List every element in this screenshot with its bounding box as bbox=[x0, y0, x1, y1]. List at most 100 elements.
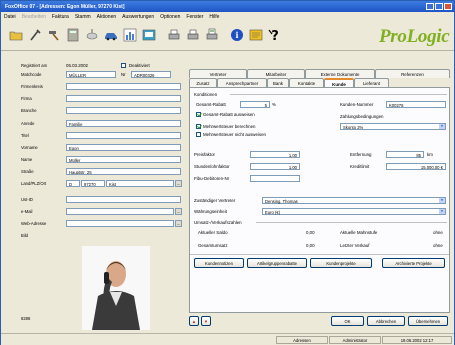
email-send-button[interactable]: … bbox=[175, 208, 182, 215]
ort-field[interactable]: Kist bbox=[106, 180, 174, 187]
kundennummer-label: Kunden-Nummer bbox=[340, 102, 374, 107]
nr-field[interactable]: ADR00326 bbox=[131, 71, 171, 78]
tab-referenzen[interactable]: Referenzen bbox=[375, 69, 450, 78]
kundennotizen-button[interactable]: Kundennotizen bbox=[194, 258, 244, 268]
entfernung-unit: km bbox=[427, 152, 433, 157]
menu-hilfe[interactable]: Hilfe bbox=[209, 14, 219, 21]
nr-label: Nr bbox=[121, 72, 126, 77]
car-icon[interactable] bbox=[104, 28, 118, 42]
chart-icon[interactable] bbox=[123, 28, 137, 42]
abbrechen-button[interactable]: Abbrechen bbox=[367, 316, 405, 326]
firma-field[interactable] bbox=[66, 95, 181, 102]
menu-aktionen[interactable]: Aktionen bbox=[97, 14, 116, 21]
mwst-berechnen-checkbox[interactable] bbox=[196, 124, 201, 129]
strasse-label: Straße bbox=[21, 169, 34, 174]
web-field[interactable] bbox=[66, 220, 174, 227]
tab-externe-dokumente[interactable]: Externe Dokumente bbox=[305, 69, 375, 78]
address-panel: Registriert am 05.03.2002 Deaktiviert Ma… bbox=[5, 57, 183, 331]
name-label: Name bbox=[21, 157, 33, 162]
menu-auswertungen[interactable]: Auswertungen bbox=[122, 14, 154, 21]
tab-lieferant[interactable]: Lieferant bbox=[354, 78, 389, 87]
preisfaktor-field[interactable]: 1,00 bbox=[250, 151, 300, 158]
tab-row-bottom: Zusatz Ansprechpartner Bank Kontakte Kun… bbox=[189, 78, 389, 87]
tab-mitarbeiter[interactable]: Mitarbeiter bbox=[247, 69, 305, 78]
deaktiviert-checkbox[interactable] bbox=[121, 63, 126, 68]
address-form: Registriert am 05.03.2002 Deaktiviert Ma… bbox=[5, 57, 450, 331]
kundenprojekte-button[interactable]: Kundenprojekte bbox=[310, 258, 372, 268]
gesamt-rabatt-field[interactable]: 5 bbox=[240, 101, 270, 108]
hammer-icon[interactable] bbox=[47, 28, 61, 42]
titel-field[interactable] bbox=[66, 132, 181, 139]
uebernehmen-button[interactable]: Übernehmen bbox=[408, 316, 448, 326]
letzter-verkauf-label: Letzter Verkauf bbox=[340, 243, 370, 248]
calculator-icon[interactable] bbox=[66, 28, 80, 42]
help-icon[interactable]: ? bbox=[268, 28, 282, 42]
previous-record-button[interactable]: ▲ bbox=[189, 316, 199, 326]
mahnstufe-label: Aktuelle Mahnstufe bbox=[340, 230, 378, 235]
tab-zusatz[interactable]: Zusatz bbox=[189, 78, 217, 87]
printer2-icon[interactable] bbox=[186, 28, 200, 42]
email-field[interactable] bbox=[66, 208, 174, 215]
vorname-label: Vorname bbox=[21, 145, 38, 150]
gesamt-rabatt-unit: % bbox=[272, 102, 276, 107]
ustid-field[interactable] bbox=[66, 196, 181, 203]
anrede-field[interactable]: Familie bbox=[66, 120, 181, 127]
registriert-value: 05.03.2002 bbox=[66, 63, 88, 68]
land-field[interactable]: D bbox=[66, 180, 80, 187]
matchcode-field[interactable]: MÜLLER bbox=[66, 71, 116, 78]
contacts-icon[interactable] bbox=[142, 28, 156, 42]
artikelgruppenrabatte-button[interactable]: Artikelgruppenrabatte bbox=[247, 258, 307, 268]
minimize-button[interactable] bbox=[426, 3, 434, 10]
info-icon[interactable]: i bbox=[230, 28, 244, 42]
zahlungsbedingungen-select[interactable]: Skonto 2% ▼ bbox=[340, 123, 446, 130]
notes-icon[interactable] bbox=[249, 28, 263, 42]
tab-vertreter[interactable]: Vertreter bbox=[189, 69, 247, 78]
tools-icon[interactable] bbox=[28, 28, 42, 42]
menu-fenster[interactable]: Fenster bbox=[186, 14, 203, 21]
folder-icon[interactable] bbox=[9, 28, 23, 42]
vorname-field[interactable]: Egon bbox=[66, 144, 181, 151]
mwst-nicht-ausweisen-checkbox[interactable] bbox=[196, 132, 201, 137]
email-label: e-Mail bbox=[21, 209, 33, 214]
stundenfaktor-field[interactable]: 1,00 bbox=[250, 163, 300, 170]
kundennummer-field[interactable]: K00276 bbox=[386, 101, 446, 108]
entfernung-field[interactable]: 85 bbox=[386, 151, 424, 158]
name-field[interactable]: Müller bbox=[66, 156, 181, 163]
ort-lookup-button[interactable]: … bbox=[175, 180, 182, 187]
toolbar: i ? ProLogic bbox=[1, 21, 454, 51]
satellite-icon[interactable] bbox=[85, 28, 99, 42]
document-print-icon[interactable] bbox=[205, 28, 219, 42]
ort-label: Land/PLZ/Ort bbox=[21, 181, 47, 186]
menu-bearbeiten[interactable]: Bearbeiten bbox=[22, 14, 46, 21]
vertreter-select[interactable]: Densing, Thomas ▼ bbox=[262, 197, 446, 204]
menu-faktura[interactable]: Faktura bbox=[52, 14, 69, 21]
menu-datei[interactable]: Datei bbox=[4, 14, 16, 21]
gesamtumsatz-value: 0,00 bbox=[306, 243, 315, 248]
menu-stamm[interactable]: Stamm bbox=[75, 14, 91, 21]
close-button[interactable] bbox=[444, 3, 452, 10]
strasse-field[interactable]: Hauptstr. 25 bbox=[66, 168, 181, 175]
next-record-button[interactable]: ▼ bbox=[201, 316, 211, 326]
archivierte-projekte-button[interactable]: Archivierte Projekte bbox=[382, 258, 445, 268]
record-number: 8288 bbox=[21, 316, 31, 321]
firmenkreis-label: Firmenkreis bbox=[21, 84, 43, 89]
restore-button[interactable] bbox=[435, 3, 443, 10]
tab-bank[interactable]: Bank bbox=[267, 78, 289, 87]
printer-icon[interactable] bbox=[167, 28, 181, 42]
firmenkreis-field[interactable] bbox=[66, 83, 181, 90]
branche-field[interactable] bbox=[66, 107, 181, 114]
ustid-label: Ust-ID bbox=[21, 197, 33, 202]
fibu-field[interactable] bbox=[250, 175, 300, 182]
tab-ansprechpartner[interactable]: Ansprechpartner bbox=[217, 78, 267, 87]
deaktiviert-label: Deaktiviert bbox=[129, 63, 150, 68]
plz-field[interactable]: 97270 bbox=[81, 180, 105, 187]
waehrung-select[interactable]: Euro (€) ▼ bbox=[262, 208, 446, 215]
ok-button[interactable]: OK bbox=[331, 316, 364, 326]
menu-optionen[interactable]: Optionen bbox=[160, 14, 180, 21]
gesamt-rabatt-ausweisen-checkbox[interactable] bbox=[196, 112, 201, 117]
chevron-down-icon: ▼ bbox=[439, 209, 445, 214]
kreditlimit-field[interactable]: 15.000,00 € bbox=[386, 163, 446, 170]
tab-kontakte[interactable]: Kontakte bbox=[289, 78, 324, 87]
web-open-button[interactable]: … bbox=[175, 220, 182, 227]
tab-kunde[interactable]: Kunde bbox=[324, 78, 354, 87]
